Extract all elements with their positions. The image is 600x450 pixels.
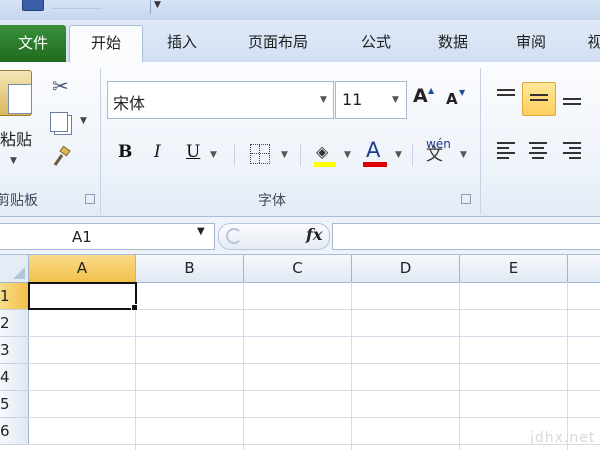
save-icon[interactable] (22, 0, 44, 11)
name-box[interactable]: A1 (0, 223, 215, 250)
quick-access-divider (150, 0, 151, 14)
ribbon: 粘贴 ▼ ✂ ▼ 剪贴板 宋体 ▼ 11 ▼ A ▲ A ▼ B I U ▼ ▼ (0, 62, 600, 217)
tab-page-layout[interactable]: 页面布局 (230, 25, 326, 62)
clipboard-group-label: 剪贴板 (0, 193, 38, 209)
decrease-font-caret-icon: ▼ (459, 88, 466, 97)
fill-color-icon[interactable]: ◈ (316, 142, 328, 161)
gridline (28, 390, 600, 391)
column-header-a[interactable]: A (29, 255, 136, 284)
font-size-chevron-icon[interactable]: ▼ (392, 95, 399, 105)
format-divider (300, 144, 301, 166)
worksheet-grid[interactable]: A B C D E 1 2 3 4 5 6 jdhx.net (0, 255, 600, 450)
gridline (567, 282, 568, 450)
fill-color-chevron-icon[interactable]: ▼ (344, 150, 351, 160)
gridline (243, 282, 244, 450)
copy-icon[interactable] (50, 112, 68, 132)
align-center-icon[interactable] (522, 136, 554, 168)
insert-function-button[interactable]: fx (306, 225, 322, 244)
font-name-value: 宋体 (113, 94, 146, 113)
tab-formulas[interactable]: 公式 (344, 25, 408, 62)
font-size-combobox[interactable]: 11 ▼ (335, 81, 407, 119)
tab-data[interactable]: 数据 (421, 25, 485, 62)
bold-button[interactable]: B (118, 142, 132, 162)
phonetic-guide-chevron-icon[interactable]: ▼ (460, 150, 467, 160)
column-header-d[interactable]: D (352, 255, 460, 283)
column-header-f[interactable] (568, 255, 600, 283)
font-dialog-launcher-icon[interactable] (461, 194, 471, 204)
cancel-entry-icon[interactable] (226, 228, 242, 244)
formula-input[interactable] (332, 223, 600, 250)
increase-font-size-button[interactable]: A (413, 85, 428, 107)
borders-chevron-icon[interactable]: ▼ (281, 150, 288, 160)
fill-color-swatch (314, 162, 336, 167)
top-align-icon[interactable] (490, 82, 522, 114)
tab-insert[interactable]: 插入 (150, 25, 214, 62)
row-header-6[interactable]: 6 (0, 418, 29, 445)
ribbon-tab-bar: 文件 开始 插入 页面布局 公式 数据 审阅 视 (0, 20, 600, 64)
gridline (28, 444, 600, 445)
font-name-chevron-icon[interactable]: ▼ (320, 95, 327, 105)
paste-options-chevron-icon[interactable]: ▼ (10, 156, 17, 166)
active-cell-a1[interactable] (28, 282, 137, 310)
group-divider (100, 68, 101, 214)
column-header-c[interactable]: C (244, 255, 352, 283)
formula-bar: A1 ▼ fx (0, 217, 600, 255)
gridline (28, 417, 600, 418)
watermark: jdhx.net (530, 430, 596, 446)
tab-review[interactable]: 审阅 (499, 25, 563, 62)
align-left-icon[interactable] (490, 136, 522, 168)
row-header-5[interactable]: 5 (0, 391, 29, 418)
gridline (28, 363, 600, 364)
column-header-e[interactable]: E (460, 255, 568, 283)
font-name-combobox[interactable]: 宋体 ▼ (107, 81, 334, 119)
italic-button[interactable]: I (154, 142, 161, 162)
format-painter-icon[interactable] (50, 146, 72, 168)
undo-icon[interactable] (52, 0, 102, 9)
decrease-font-size-button[interactable]: A (446, 90, 458, 108)
tab-home[interactable]: 开始 (69, 25, 143, 64)
title-bar: ▼ (0, 0, 600, 20)
format-divider (234, 144, 235, 166)
gridline (459, 282, 460, 450)
tab-file[interactable]: 文件 (0, 25, 66, 62)
font-size-value: 11 (342, 90, 363, 109)
middle-align-icon[interactable] (522, 82, 556, 116)
borders-icon[interactable] (250, 144, 270, 164)
tab-view[interactable]: 视 (580, 25, 600, 62)
column-header-b[interactable]: B (136, 255, 244, 283)
name-box-value: A1 (72, 228, 92, 246)
copy-options-chevron-icon[interactable]: ▼ (80, 116, 87, 126)
paste-button[interactable]: 粘贴 (0, 126, 32, 150)
select-all-corner[interactable] (0, 255, 29, 283)
row-header-2[interactable]: 2 (0, 310, 29, 337)
gridline (28, 336, 600, 337)
underline-button[interactable]: U (186, 142, 200, 162)
customize-quick-access-chevron-icon[interactable]: ▼ (154, 0, 161, 10)
underline-chevron-icon[interactable]: ▼ (210, 150, 217, 160)
row-header-1[interactable]: 1 (0, 283, 30, 310)
format-divider (412, 144, 413, 166)
font-color-button[interactable]: A (366, 138, 380, 162)
row-header-4[interactable]: 4 (0, 364, 29, 391)
font-group-label: 字体 (258, 193, 286, 209)
row-header-3[interactable]: 3 (0, 337, 29, 364)
font-color-swatch (363, 162, 387, 167)
phonetic-guide-icon[interactable]: wén 文 (426, 138, 451, 164)
gridline (351, 282, 352, 450)
align-right-icon[interactable] (556, 136, 588, 168)
bottom-align-icon[interactable] (556, 82, 588, 114)
fill-handle[interactable] (131, 304, 138, 311)
font-color-chevron-icon[interactable]: ▼ (395, 150, 402, 160)
clipboard-dialog-launcher-icon[interactable] (85, 194, 95, 204)
name-box-chevron-icon[interactable]: ▼ (197, 226, 205, 237)
paste-sheet-icon (8, 84, 32, 114)
cut-icon[interactable]: ✂ (52, 74, 69, 98)
increase-font-caret-icon: ▲ (428, 86, 435, 95)
group-divider (480, 68, 481, 214)
